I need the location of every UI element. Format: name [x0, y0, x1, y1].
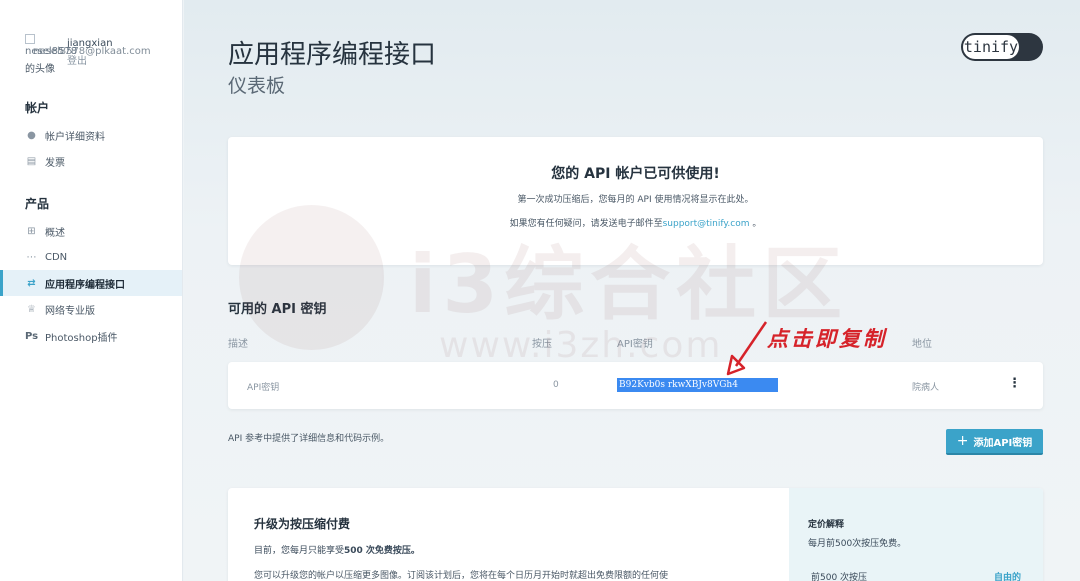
key-status: 院病人	[912, 383, 940, 393]
page-title: 应用程序编程接口	[228, 40, 437, 70]
sidebar-item-photoshop[interactable]: Ps Photoshop插件	[0, 323, 182, 349]
api-ready-title: 您的 API 帐户已可供使用!	[551, 166, 720, 182]
key-description: API密钥	[247, 383, 280, 393]
sidebar-item-api[interactable]: ⇄ 应用程序编程接口	[0, 270, 182, 296]
sidebar-item-overview[interactable]: ⊞ 概述	[0, 218, 182, 244]
key-compressions: 0	[553, 380, 559, 390]
copy-annotation: 点击即复制	[767, 326, 887, 351]
logout-link[interactable]: 登出	[67, 52, 87, 67]
api-key-value[interactable]: B92Kvb0s rkwXBJv8VGh4	[617, 378, 778, 392]
api-ready-usage-text: 第一次成功压缩后，您每月的 API 使用情况将显示在此处。	[517, 195, 754, 205]
network-icon: ⋯	[26, 251, 37, 263]
sidebar-item-label: 帐户详细资料	[45, 131, 105, 143]
sidebar-item-cdn[interactable]: ⋯ CDN	[0, 244, 182, 270]
sidebar-item-label: 应用程序编程接口	[45, 279, 125, 291]
swap-arrows-icon: ⇄	[27, 277, 36, 289]
api-keys-heading: 可用的 API 密钥	[228, 302, 327, 317]
upgrade-description: 您可以升级您的帐户以压缩更多图像。订阅该计划后，您将在每个日历月开始时就超出免费…	[254, 571, 669, 581]
upgrade-title: 升级为按压缩付费	[254, 517, 351, 531]
upgrade-info: 升级为按压缩付费 目前，您每月只能享受500 次免费按压。 您可以升级您的帐户以…	[228, 488, 789, 581]
annotation-arrow-icon	[726, 321, 768, 376]
column-header-key: API密钥	[617, 339, 653, 350]
api-ready-contact-text: 如果您有任何疑问，请发送电子邮件至support@tinify.com 。	[509, 219, 762, 229]
pricing-row-value: 自由的	[994, 573, 1022, 581]
pricing-panel: 定价解释 每月前500次按压免费。 前500 次按压 自由的	[789, 488, 1043, 581]
sidebar-item-account-details[interactable]: ● 帐户详细资料	[0, 122, 182, 148]
upgrade-card: 升级为按压缩付费 目前，您每月只能享受500 次免费按压。 您可以升级您的帐户以…	[228, 488, 1043, 581]
grid-icon: ⊞	[27, 225, 36, 237]
more-options-icon[interactable]: ⋮	[1008, 376, 1021, 391]
api-reference-text: API 参考中提供了详细信息和代码示例。	[228, 434, 390, 444]
user-email: nesel8578nesel8578@plkaat.com	[25, 46, 151, 57]
user-icon: ●	[27, 129, 36, 141]
nav-heading-products: 产品	[25, 197, 50, 211]
photoshop-icon: Ps	[25, 330, 39, 342]
sidebar-item-label: 概述	[45, 227, 65, 239]
sidebar-item-label: 网络专业版	[45, 305, 95, 317]
sidebar-item-label: Photoshop插件	[45, 332, 118, 344]
pricing-free-tier: 每月前500次按压免费。	[808, 539, 907, 549]
support-email-link[interactable]: support@tinify.com	[663, 219, 750, 229]
sidebar-item-web-pro[interactable]: ♕ 网络专业版	[0, 296, 182, 322]
api-ready-card: 您的 API 帐户已可供使用! 第一次成功压缩后，您每月的 API 使用情况将显…	[228, 137, 1043, 265]
page-subtitle: 仪表板	[228, 75, 286, 97]
nav-heading-account: 帐户	[25, 101, 50, 115]
pricing-title: 定价解释	[808, 520, 845, 530]
plus-icon: +	[956, 433, 969, 449]
column-header-status: 地位	[912, 339, 932, 350]
avatar-alt-text: 的头像	[25, 64, 55, 75]
sidebar-item-label: CDN	[45, 251, 68, 263]
pricing-row-label: 前500 次按压	[811, 573, 868, 581]
document-icon: ▤	[26, 155, 37, 167]
add-api-key-button[interactable]: + 添加API密钥	[946, 429, 1043, 455]
sidebar-item-label: 发票	[45, 157, 65, 169]
column-header-compressions: 按压	[532, 339, 552, 350]
main-content: 应用程序编程接口 仪表板 tinify 您的 API 帐户已可供使用! 第一次成…	[184, 0, 1080, 581]
table-row: API密钥 0 B92Kvb0s rkwXBJv8VGh4 院病人 ⋮	[228, 362, 1043, 409]
brand-logo-text: tinify	[963, 35, 1019, 59]
broken-image-icon	[25, 34, 35, 44]
sidebar-item-invoice[interactable]: ▤ 发票	[0, 148, 182, 174]
sidebar: jiangxian nesel8578nesel8578@plkaat.com …	[0, 0, 183, 581]
crown-icon: ♕	[27, 303, 36, 315]
brand-logo[interactable]: tinify	[961, 33, 1043, 61]
column-header-description: 描述	[228, 339, 248, 350]
upgrade-current-limit: 目前，您每月只能享受500 次免费按压。	[254, 546, 420, 556]
